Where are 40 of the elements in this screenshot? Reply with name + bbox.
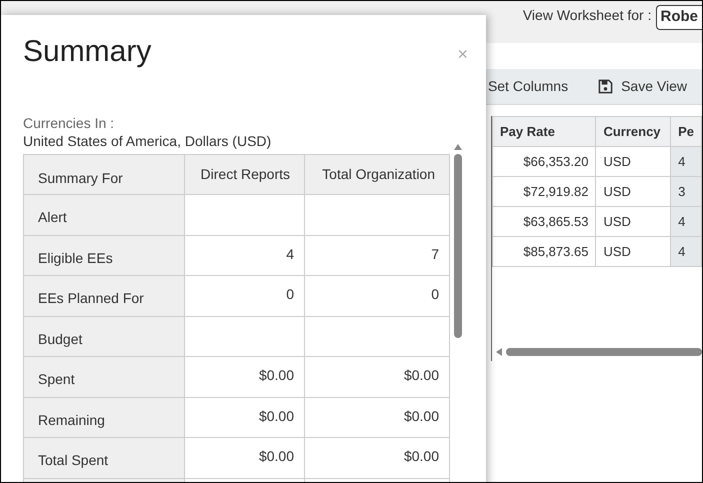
column-header: Currency (596, 116, 671, 146)
row-label: Alert (24, 194, 184, 235)
table-cell: 4 (286, 246, 294, 262)
currencies-label: Currencies In : (23, 114, 116, 132)
table-cell: 4 (670, 146, 702, 176)
table-cell: $0.00 (404, 408, 439, 424)
column-header: Total Organization (304, 154, 450, 194)
row-label: Spent (24, 356, 184, 397)
table-cell: 3 (670, 176, 702, 206)
table-cell: $63,865.53 (492, 206, 596, 236)
row-label: Remaining (24, 397, 184, 438)
table-cell: 0 (286, 286, 294, 302)
column-header: Summary For (24, 154, 184, 194)
worksheet-for-select[interactable]: Robe (656, 5, 702, 30)
scroll-left-icon[interactable] (496, 348, 502, 356)
save-icon (598, 79, 614, 94)
table-cell: $0.00 (258, 367, 294, 383)
table-cell: 7 (431, 246, 439, 262)
set-columns-button[interactable]: Set Columns (488, 76, 568, 97)
table-cell: 4 (670, 236, 702, 266)
scroll-up-icon[interactable] (454, 144, 462, 150)
column-header: Direct Reports (184, 154, 304, 194)
column-header: Pay Rate (492, 116, 596, 146)
table-cell: $0.00 (404, 367, 439, 383)
row-label: Budget (24, 316, 184, 356)
table-cell: 4 (670, 206, 702, 236)
save-view-button[interactable]: Save View (598, 76, 687, 97)
worksheet-for-label: View Worksheet for : (522, 6, 652, 25)
table-cell: $66,353.20 (492, 146, 596, 176)
currencies-value: United States of America, Dollars (USD) (23, 132, 272, 150)
table-cell: $85,873.65 (492, 236, 596, 266)
row-label: Eligible EEs (24, 235, 184, 276)
table-cell: $0.00 (258, 448, 294, 464)
row-label: EEs Planned For (24, 276, 184, 316)
table-cell: 0 (431, 286, 439, 302)
dialog-title: Summary (23, 34, 152, 70)
table-cell: $0.00 (404, 448, 439, 464)
row-label: Total Spent (24, 438, 184, 478)
table-cell: $72,919.82 (492, 176, 596, 206)
table-cell: $0.00 (258, 408, 294, 424)
